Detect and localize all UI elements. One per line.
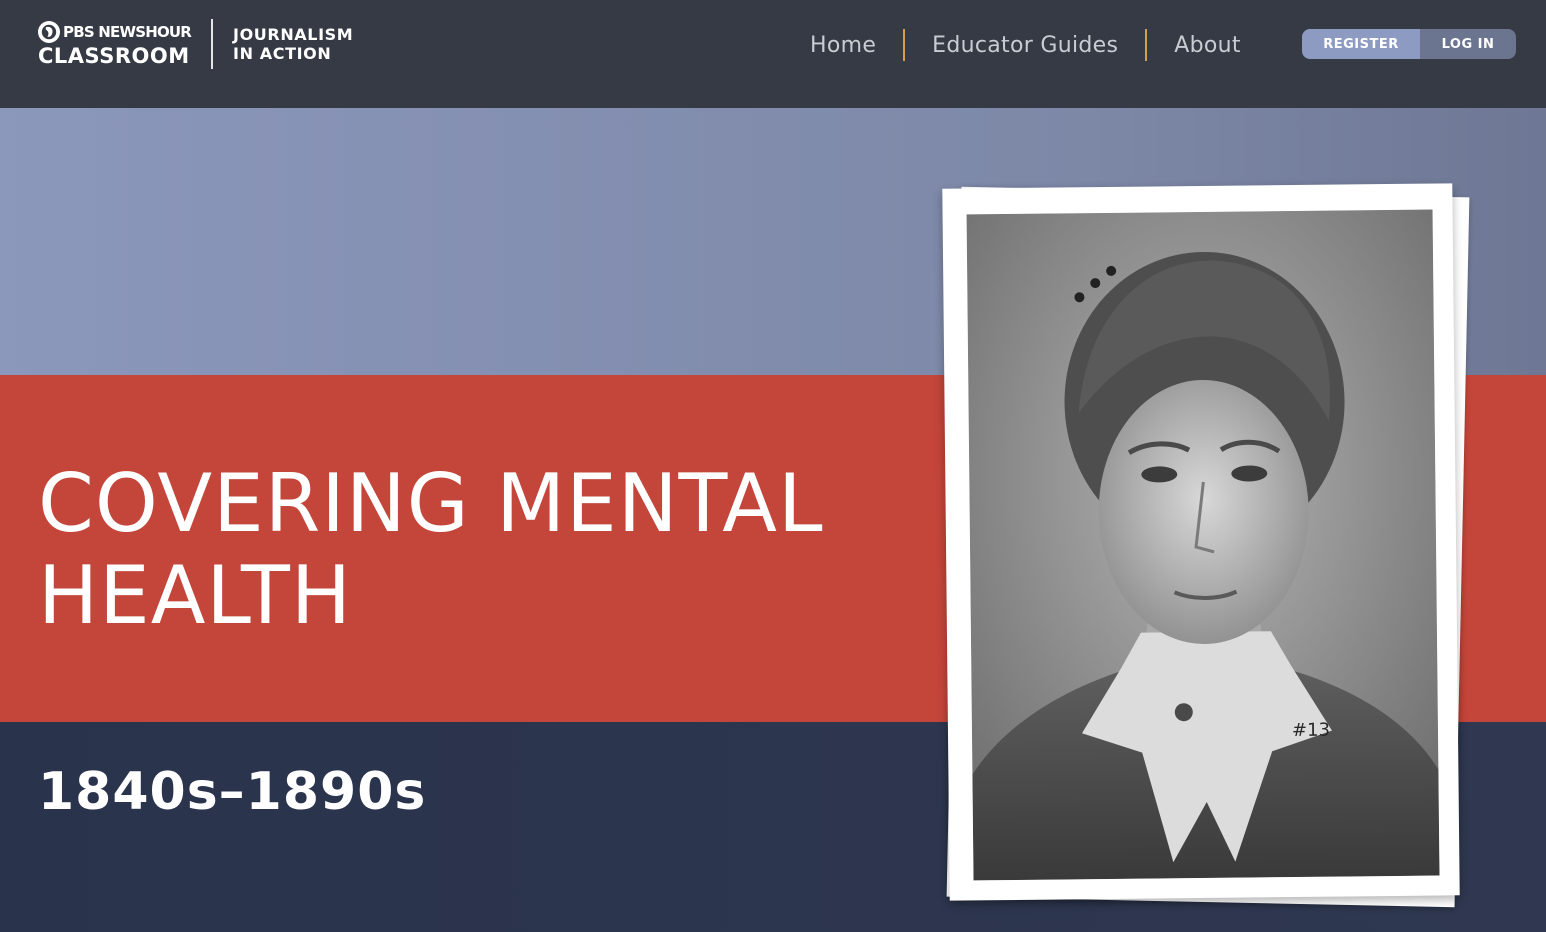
site-logo[interactable]: PBS NEWSHOUR CLASSROOM JOURNALISM IN ACT… [38, 18, 353, 70]
series-line-1: JOURNALISM [233, 25, 354, 44]
era-label: 1840s–1890s [38, 762, 427, 822]
register-button[interactable]: REGISTER [1302, 29, 1420, 59]
nav-home[interactable]: Home [796, 33, 890, 58]
photo-annotation: #13 [1292, 720, 1330, 741]
brand-product: CLASSROOM [38, 43, 190, 68]
series-logo: JOURNALISM IN ACTION [233, 25, 353, 63]
auth-buttons: REGISTER LOG IN [1302, 29, 1516, 59]
nav-about[interactable]: About [1160, 33, 1255, 58]
portrait-photo-icon: #13 [966, 209, 1440, 881]
page-title: COVERING MENTAL HEALTH [38, 457, 824, 642]
page: PBS NEWSHOUR CLASSROOM JOURNALISM IN ACT… [0, 0, 1546, 932]
nav-educator-guides[interactable]: Educator Guides [918, 33, 1132, 58]
brand-network: PBS NEWSHOUR [63, 22, 192, 41]
main-nav: Home Educator Guides About [796, 28, 1255, 62]
pbs-head-icon [38, 20, 60, 43]
nav-divider [1145, 29, 1148, 61]
classroom-logo: PBS NEWSHOUR CLASSROOM [38, 20, 192, 68]
series-line-2: IN ACTION [233, 44, 332, 63]
login-button[interactable]: LOG IN [1420, 29, 1516, 59]
brand-divider [211, 19, 214, 69]
site-header: PBS NEWSHOUR CLASSROOM JOURNALISM IN ACT… [0, 0, 1546, 108]
nav-divider [903, 29, 906, 61]
photo-frame: #13 [942, 183, 1460, 901]
